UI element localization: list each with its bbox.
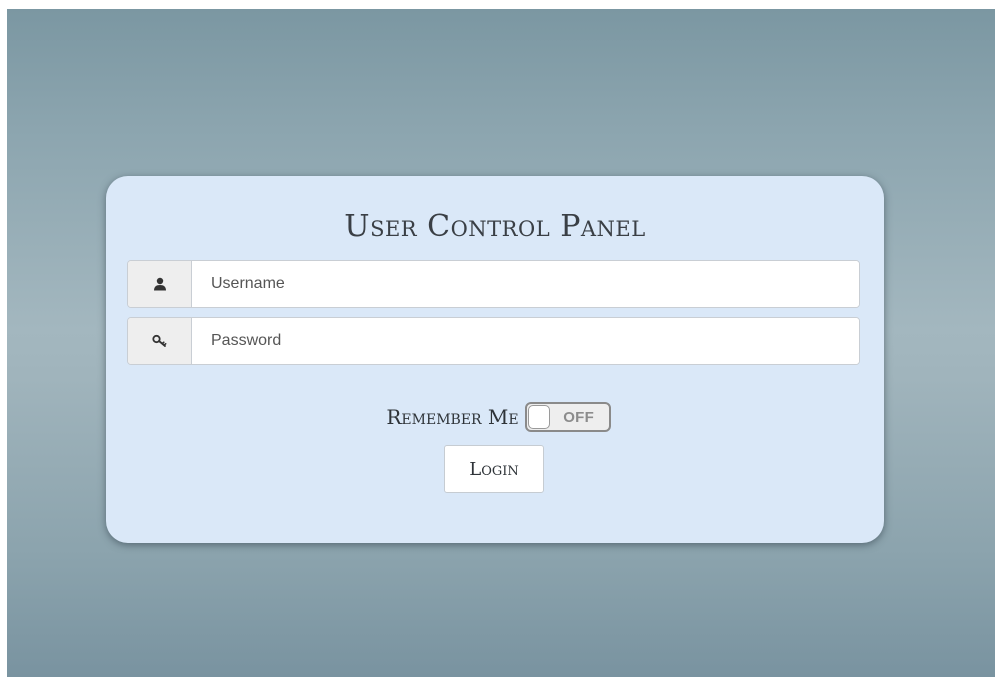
password-input-group xyxy=(127,317,860,365)
login-button[interactable]: Login xyxy=(444,445,544,493)
toggle-knob xyxy=(527,405,550,429)
remember-me-row: Remember Me OFF xyxy=(106,402,884,432)
login-panel: User Control Panel Rem xyxy=(106,176,884,543)
username-input[interactable] xyxy=(192,261,859,307)
page-background: User Control Panel Rem xyxy=(7,9,995,677)
key-icon xyxy=(128,318,192,364)
user-icon xyxy=(128,261,192,307)
remember-me-label: Remember Me xyxy=(386,405,519,429)
remember-me-toggle[interactable]: OFF xyxy=(524,402,611,432)
password-input[interactable] xyxy=(192,318,859,364)
toggle-state-text: OFF xyxy=(563,408,595,426)
panel-title: User Control Panel xyxy=(344,209,646,244)
username-input-group xyxy=(127,260,860,308)
